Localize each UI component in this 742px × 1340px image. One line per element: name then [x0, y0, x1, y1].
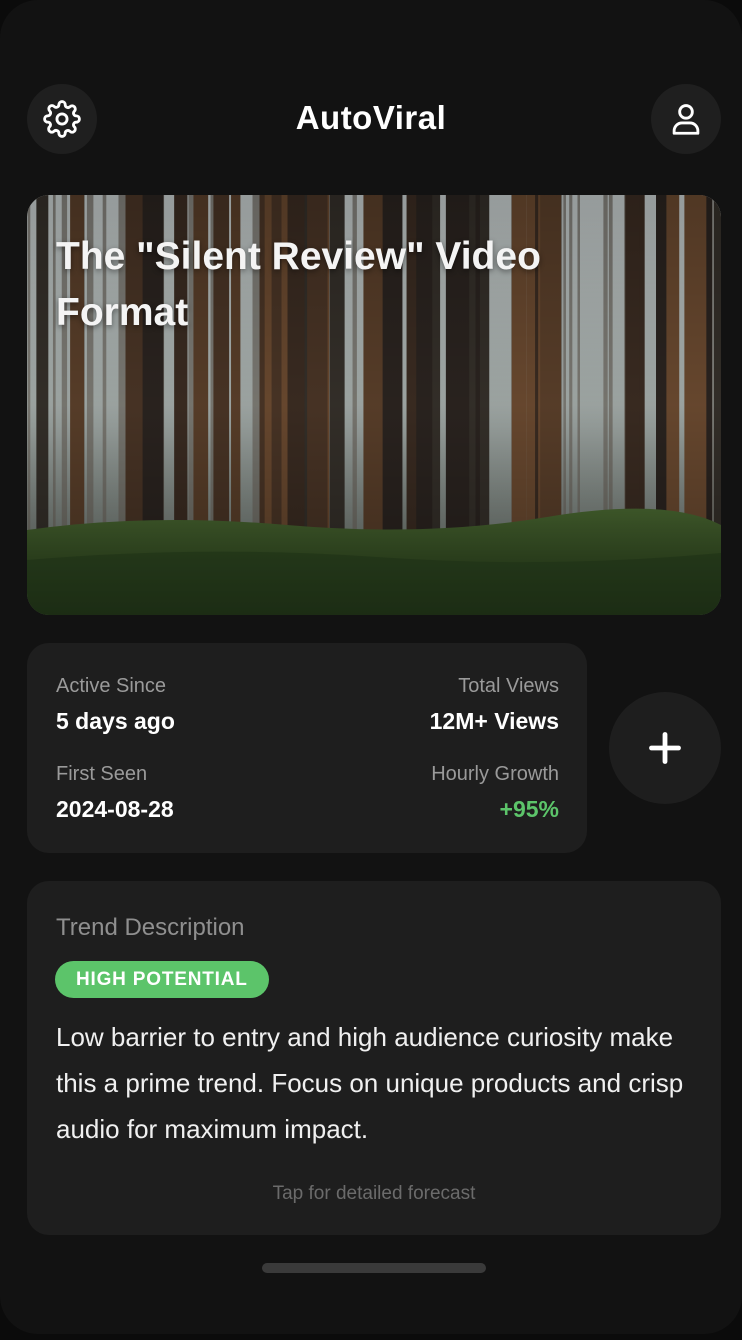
- trend-hero-card[interactable]: The "Silent Review" Video Format: [27, 195, 721, 615]
- potential-badge: HIGH POTENTIAL: [55, 961, 269, 998]
- app-screen: AutoViral The "Silent Review" Video Form…: [0, 0, 742, 1334]
- first-seen-label: First Seen: [56, 763, 148, 785]
- active-since-stat: Active Since 5 days ago: [56, 675, 175, 735]
- first-seen-stat: First Seen 2024-08-28: [56, 763, 174, 823]
- user-icon: [672, 104, 700, 135]
- trend-description-text: Low barrier to entry and high audience c…: [56, 1022, 684, 1144]
- profile-button[interactable]: [651, 84, 721, 154]
- trend-description-card[interactable]: Trend Description HIGH POTENTIAL Low bar…: [27, 881, 721, 1235]
- hourly-growth-stat: Hourly Growth +95%: [431, 763, 559, 823]
- trend-stats-card: Active Since 5 days ago Total Views 12M+…: [27, 643, 587, 853]
- trend-description-heading: Trend Description: [56, 914, 245, 941]
- plus-icon: [649, 732, 681, 764]
- trend-title: The "Silent Review" Video Format: [56, 235, 541, 334]
- detailed-forecast-hint[interactable]: Tap for detailed forecast: [27, 1183, 721, 1205]
- first-seen-value: 2024-08-28: [56, 796, 174, 822]
- total-views-value: 12M+ Views: [429, 708, 559, 734]
- total-views-stat: Total Views 12M+ Views: [430, 675, 559, 735]
- active-since-value: 5 days ago: [56, 708, 175, 734]
- hourly-growth-value: +95%: [499, 796, 559, 822]
- hourly-growth-label: Hourly Growth: [431, 763, 559, 785]
- active-since-label: Active Since: [56, 675, 167, 697]
- total-views-label: Total Views: [458, 675, 559, 697]
- app-title: AutoViral: [295, 99, 447, 136]
- home-indicator[interactable]: [262, 1263, 486, 1273]
- add-trend-button[interactable]: [609, 692, 721, 804]
